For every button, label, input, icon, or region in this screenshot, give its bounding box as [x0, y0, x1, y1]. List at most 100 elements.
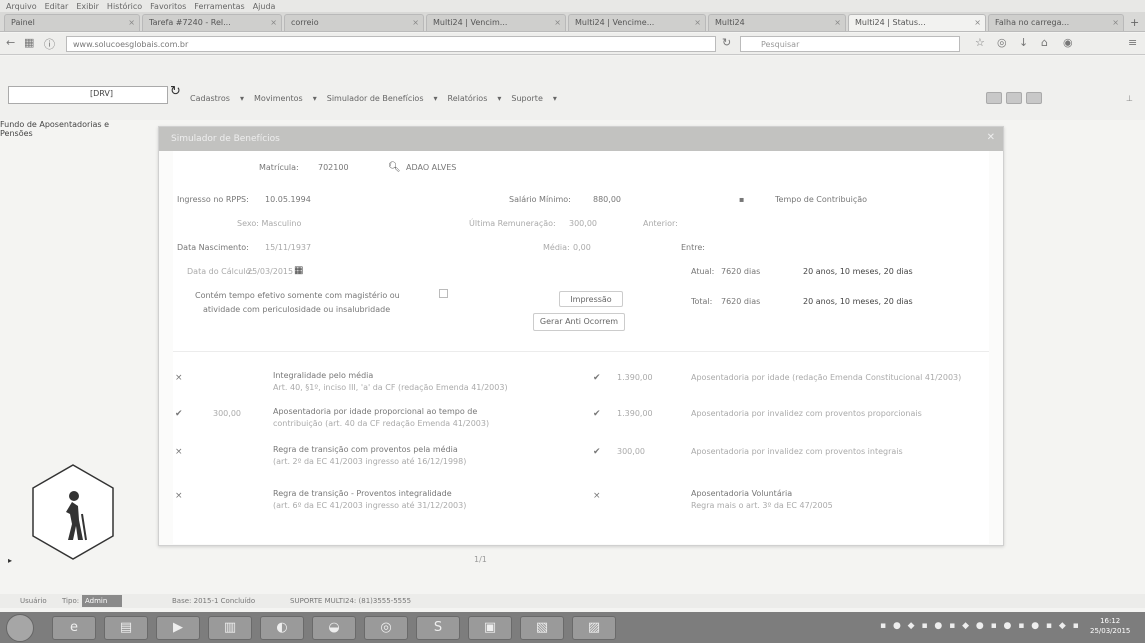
- close-icon[interactable]: ×: [834, 18, 841, 27]
- skype-icon[interactable]: S: [416, 616, 460, 640]
- app-icon[interactable]: ▨: [572, 616, 616, 640]
- chrome-icon[interactable]: ◎: [364, 616, 408, 640]
- refresh-icon[interactable]: ↻: [170, 84, 181, 99]
- data-calc-input[interactable]: 25/03/2015: [247, 267, 293, 276]
- menu-ferramentas[interactable]: Ferramentas: [194, 2, 244, 11]
- status-mark: ×: [593, 491, 601, 501]
- picture-icon[interactable]: ▣: [468, 616, 512, 640]
- rule-value: 1.390,00: [617, 409, 653, 418]
- status-mark: ✔: [593, 447, 601, 457]
- page-indicator: 1/1: [474, 555, 487, 564]
- download-icon[interactable]: ↓: [1019, 36, 1028, 49]
- window-button[interactable]: [986, 92, 1002, 104]
- status-mark: ×: [175, 447, 183, 457]
- data-calc-label: Data do Cálculo:: [187, 267, 254, 276]
- start-button[interactable]: [6, 614, 34, 642]
- close-icon[interactable]: ×: [1112, 18, 1119, 27]
- calendar-icon[interactable]: ▦: [294, 265, 303, 276]
- hamburger-menu-icon[interactable]: ≡: [1128, 36, 1137, 49]
- close-icon[interactable]: ×: [554, 18, 561, 27]
- imprimir-button[interactable]: Impressão: [559, 291, 623, 307]
- atual-desc: 20 anos, 10 meses, 20 dias: [803, 267, 913, 276]
- data-nasc-label: Data Nascimento:: [177, 243, 249, 252]
- admissao-value: 10.05.1994: [265, 195, 311, 204]
- ultima-remuneracao-label: Última Remuneração:: [469, 219, 556, 228]
- scroll-icon[interactable]: ⊥: [1126, 94, 1133, 103]
- menu-simulador[interactable]: Simulador de Benefícios: [327, 94, 424, 103]
- atual-days: 7620 dias: [721, 267, 761, 276]
- rule-desc: Aposentadoria por idade (redação Emenda …: [691, 373, 962, 382]
- mouse-cursor-icon: ▸: [8, 556, 13, 565]
- search-icon[interactable]: 🔍︎: [388, 162, 401, 173]
- menu-exibir[interactable]: Exibir: [76, 2, 99, 11]
- clock-time: 16:12: [1100, 617, 1121, 625]
- drv-input[interactable]: [8, 86, 168, 104]
- modal-title: Simulador de Benefícios: [171, 134, 280, 144]
- simulator-modal: Simulador de Benefícios ✕ Matrícula: 702…: [158, 126, 1004, 546]
- rule-value: 1.390,00: [617, 373, 653, 382]
- tab-multi24-3[interactable]: Multi24 ×: [708, 14, 846, 31]
- menu-editar[interactable]: Editar: [45, 2, 69, 11]
- menu-favoritos[interactable]: Favoritos: [150, 2, 186, 11]
- menu-cadastros[interactable]: Cadastros: [190, 94, 230, 103]
- menu-ajuda[interactable]: Ajuda: [253, 2, 276, 11]
- gerar-button[interactable]: Gerar Anti Ocorrem: [533, 313, 625, 331]
- tab-multi24-2[interactable]: Multi24 | Vencime... ×: [568, 14, 706, 31]
- menu-relatorios[interactable]: Relatórios: [448, 94, 488, 103]
- servidor-name: ADAO ALVES: [406, 163, 457, 172]
- ie-icon[interactable]: e: [52, 616, 96, 640]
- explorer-icon[interactable]: ▤: [104, 616, 148, 640]
- rule-subtitle: Art. 40, §1º, inciso III, 'a' da CF (red…: [273, 383, 508, 392]
- rule-title: Aposentadoria por idade proporcional ao …: [273, 407, 478, 416]
- reading-list-icon[interactable]: ◎: [997, 36, 1007, 49]
- outlook-icon[interactable]: ◒: [312, 616, 356, 640]
- clock-date: 25/03/2015: [1090, 627, 1131, 635]
- tab-label: Multi24 | Vencim...: [433, 18, 508, 27]
- reload-icon[interactable]: ↻: [722, 36, 731, 49]
- close-icon[interactable]: ×: [694, 18, 701, 27]
- tab-tarefa[interactable]: Tarefa #7240 - Rel... ×: [142, 14, 282, 31]
- media-player-icon[interactable]: ▶: [156, 616, 200, 640]
- window-button[interactable]: [1006, 92, 1022, 104]
- navigation-bar: ← ▦ ⓘ www.solucoesglobais.com.br ↻ Pesqu…: [0, 33, 1145, 55]
- close-icon[interactable]: ×: [128, 18, 135, 27]
- dropdown-caret-icon: ▾: [312, 94, 317, 103]
- menu-suporte[interactable]: Suporte: [511, 94, 542, 103]
- window-button[interactable]: [1026, 92, 1042, 104]
- notepad-icon[interactable]: ▧: [520, 616, 564, 640]
- menu-arquivo[interactable]: Arquivo: [6, 2, 37, 11]
- back-icon[interactable]: ←: [6, 36, 15, 49]
- taskbar: e ▤ ▶ ▥ ◐ ◒ ◎ S ▣ ▧ ▨ ▪ ● ◆ ▪ ● ▪ ◆ ● ▪ …: [0, 612, 1145, 643]
- special-time-checkbox[interactable]: [439, 289, 448, 298]
- menu-historico[interactable]: Histórico: [107, 2, 142, 11]
- rule-subtitle: (art. 2º da EC 41/2003 ingresso até 16/1…: [273, 457, 467, 466]
- close-icon[interactable]: ✕: [987, 132, 995, 143]
- firefox-icon[interactable]: ◐: [260, 616, 304, 640]
- site-info-icon[interactable]: ⓘ: [44, 36, 55, 52]
- close-icon[interactable]: ×: [974, 18, 981, 27]
- tab-multi24-1[interactable]: Multi24 | Vencim... ×: [426, 14, 566, 31]
- total-label: Total:: [691, 297, 713, 306]
- menu-movimentos[interactable]: Movimentos: [254, 94, 303, 103]
- home-button-icon[interactable]: ⌂: [1041, 36, 1048, 49]
- ultima-remuneracao-value: 300,00: [569, 219, 597, 228]
- search-input[interactable]: Pesquisar: [740, 36, 960, 52]
- tab-correio[interactable]: correio ×: [284, 14, 424, 31]
- close-icon[interactable]: ×: [270, 18, 277, 27]
- new-tab-icon[interactable]: +: [1130, 16, 1139, 29]
- close-icon[interactable]: ×: [412, 18, 419, 27]
- rule-subtitle: (art. 6º da EC 41/2003 ingresso até 31/1…: [273, 501, 467, 510]
- system-tray-icons[interactable]: ▪ ● ◆ ▪ ● ▪ ◆ ● ▪ ● ▪ ● ▪ ◆ ▪: [880, 621, 1081, 631]
- matricula-value[interactable]: 702100: [318, 163, 349, 172]
- folder-icon[interactable]: ▥: [208, 616, 252, 640]
- tab-falha[interactable]: Falha no carrega... ×: [988, 14, 1124, 31]
- clock[interactable]: 16:12 25/03/2015: [1090, 616, 1130, 636]
- home-icon[interactable]: ▦: [24, 36, 34, 49]
- rule-desc-sub: Regra mais o art. 3º da EC 47/2005: [691, 501, 833, 510]
- tab-multi24-status[interactable]: Multi24 | Status... ×: [848, 14, 986, 31]
- drv-label: [DRV]: [90, 89, 113, 98]
- addon-icon[interactable]: ◉: [1063, 36, 1073, 49]
- url-input[interactable]: www.solucoesglobais.com.br: [66, 36, 716, 52]
- bookmark-star-icon[interactable]: ☆: [975, 36, 985, 49]
- tab-painel[interactable]: Painel ×: [4, 14, 140, 31]
